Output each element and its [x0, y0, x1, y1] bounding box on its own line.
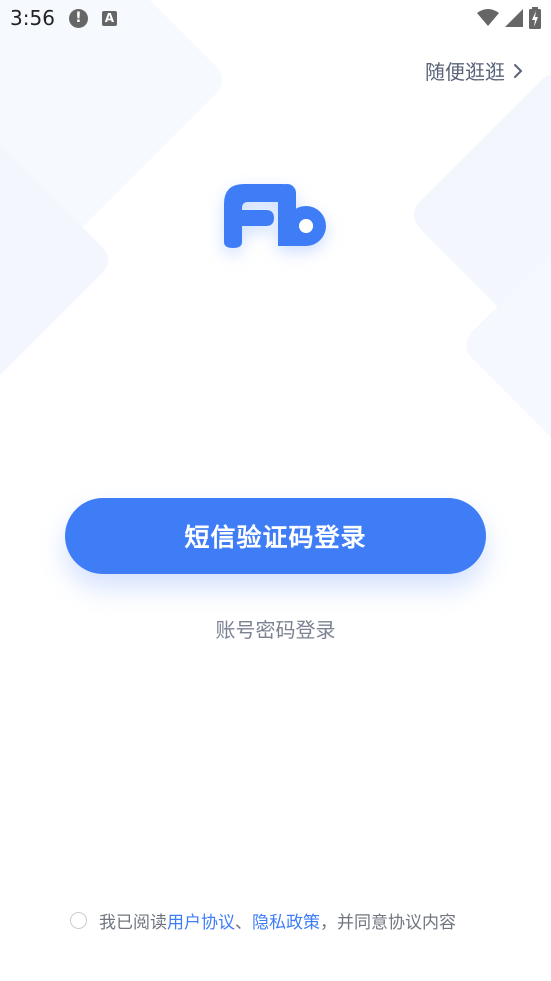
- fb-logo-icon: [224, 184, 326, 248]
- agreement-prefix: 我已阅读: [99, 913, 167, 933]
- agreement-checkbox[interactable]: [70, 912, 87, 929]
- status-right: [477, 7, 541, 29]
- agreement-row: 我已阅读 用户协议 、 隐私政策 ，并同意协议内容: [70, 908, 456, 933]
- battery-charging-icon: [529, 7, 541, 29]
- status-time: 3:56: [10, 6, 55, 30]
- status-bar: 3:56 ! A: [0, 0, 551, 36]
- alert-icon: !: [68, 8, 88, 28]
- agreement-suffix: ，并同意协议内容: [320, 913, 456, 933]
- app-notification-icon: A: [101, 10, 117, 26]
- browse-around-link[interactable]: 随便逛逛: [425, 56, 523, 85]
- sms-login-button[interactable]: 短信验证码登录: [65, 498, 486, 574]
- wifi-icon: [477, 9, 499, 26]
- chevron-right-icon: [514, 63, 523, 78]
- status-left: 3:56 ! A: [10, 6, 117, 30]
- browse-around-label: 随便逛逛: [425, 60, 505, 84]
- agreement-separator: 、: [235, 913, 252, 933]
- password-login-link[interactable]: 账号密码登录: [0, 614, 551, 643]
- privacy-policy-link[interactable]: 隐私政策: [252, 908, 320, 933]
- signal-icon: [505, 9, 523, 27]
- user-agreement-link[interactable]: 用户协议: [167, 908, 235, 933]
